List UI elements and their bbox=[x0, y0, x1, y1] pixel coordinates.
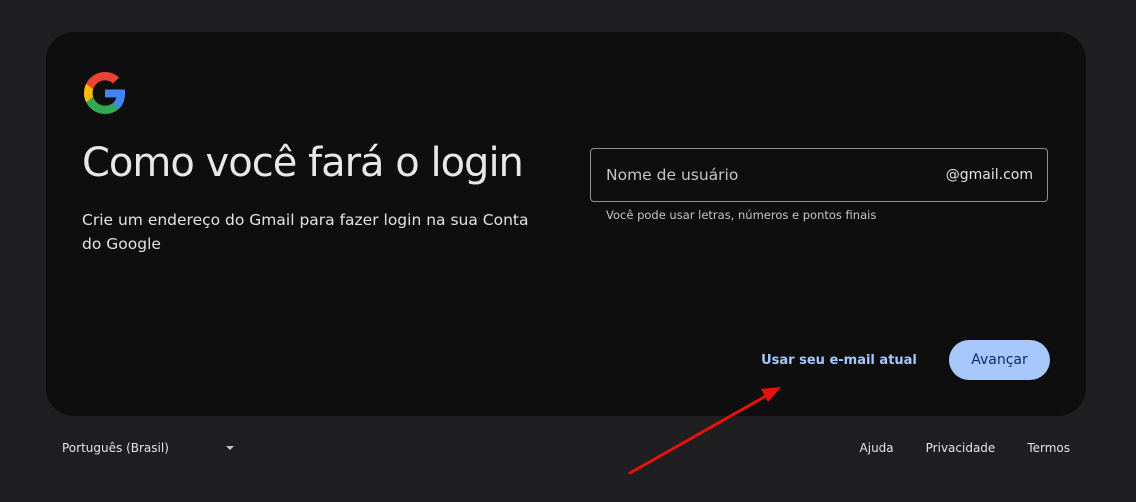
gmail-domain-suffix: @gmail.com bbox=[945, 167, 1033, 183]
page-title: Como você fará o login bbox=[82, 140, 524, 186]
username-input[interactable] bbox=[606, 166, 946, 184]
next-button[interactable]: Avançar bbox=[949, 340, 1050, 380]
footer: Português (Brasil) Ajuda Privacidade Ter… bbox=[46, 428, 1086, 468]
language-label: Português (Brasil) bbox=[62, 441, 169, 455]
use-existing-email-button[interactable]: Usar seu e-mail atual bbox=[754, 340, 924, 380]
google-logo-icon bbox=[84, 72, 126, 114]
username-field[interactable]: @gmail.com bbox=[590, 148, 1048, 202]
privacy-link[interactable]: Privacidade bbox=[926, 441, 996, 455]
caret-down-icon bbox=[226, 446, 234, 450]
signup-card: Como você fará o login Crie um endereço … bbox=[46, 32, 1086, 416]
terms-link[interactable]: Termos bbox=[1027, 441, 1070, 455]
page-subtitle: Crie um endereço do Gmail para fazer log… bbox=[82, 211, 529, 253]
help-link[interactable]: Ajuda bbox=[860, 441, 894, 455]
username-hint: Você pode usar letras, números e pontos … bbox=[606, 208, 877, 222]
language-selector[interactable]: Português (Brasil) bbox=[46, 428, 242, 468]
page: Como você fará o login Crie um endereço … bbox=[0, 0, 1136, 502]
footer-links: Ajuda Privacidade Termos bbox=[860, 428, 1070, 468]
